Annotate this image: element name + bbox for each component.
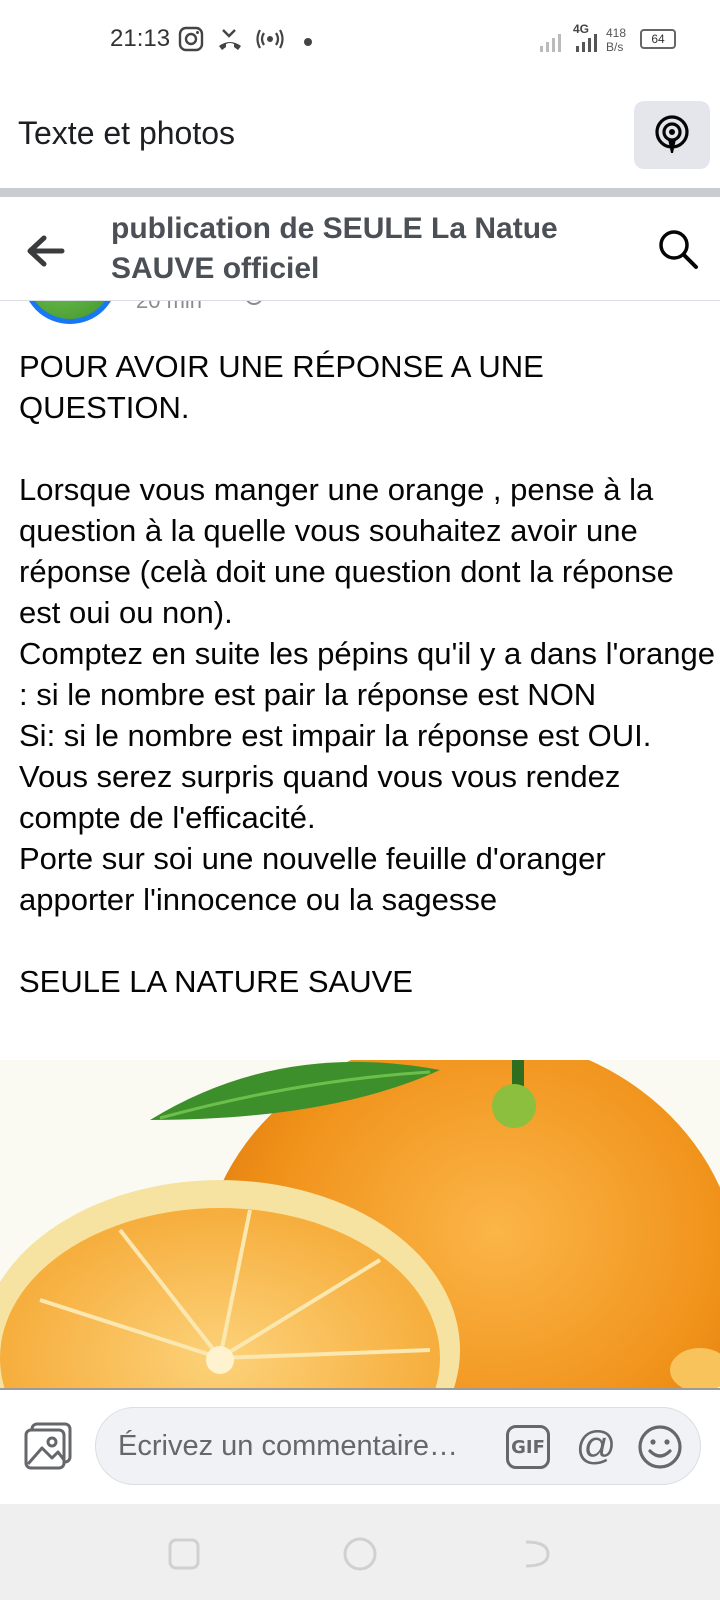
battery-level: 64	[651, 32, 665, 46]
status-right-icons: 4G 418 B/s 64	[540, 22, 690, 58]
speed-value: 418	[606, 26, 627, 40]
podcast-button[interactable]	[634, 101, 710, 169]
speed-unit: B/s	[606, 40, 624, 54]
network-type: 4G	[573, 22, 590, 36]
instagram-icon	[178, 26, 204, 57]
page-title: Texte et photos	[18, 115, 236, 151]
search-icon	[659, 230, 698, 269]
post-text: POUR AVOIR UNE RÉPONSE A UNE QUESTION. L…	[19, 349, 715, 999]
status-time: 21:13	[110, 25, 171, 52]
comment-field: GIF @	[95, 1407, 701, 1485]
back-button[interactable]	[22, 231, 70, 271]
gif-label: GIF	[511, 1436, 545, 1458]
emoji-icon	[638, 1425, 682, 1469]
missed-call-icon	[216, 26, 244, 57]
hotspot-icon	[256, 26, 284, 57]
back-arrow-icon	[27, 235, 65, 267]
home-button[interactable]	[340, 1534, 380, 1574]
photo-icon	[24, 1422, 72, 1470]
back-nav-button[interactable]	[516, 1534, 556, 1574]
section-divider	[0, 188, 720, 197]
dot-icon	[303, 34, 313, 52]
home-icon	[343, 1537, 377, 1571]
podcast-icon	[655, 115, 689, 153]
recents-button[interactable]	[164, 1534, 204, 1574]
post-image[interactable]	[0, 1060, 720, 1390]
signal-icon	[540, 34, 597, 52]
back-nav-icon	[525, 1540, 550, 1568]
search-button[interactable]	[656, 227, 700, 271]
emoji-button[interactable]	[636, 1423, 684, 1471]
recents-icon	[168, 1538, 200, 1570]
orange-image	[0, 1060, 720, 1390]
mention-button[interactable]: @	[572, 1423, 620, 1471]
status-bar: 21:13 4G 418 B/s 64	[0, 0, 720, 80]
post-header: publication de SEULE La Natue SAUVE offi…	[0, 197, 720, 301]
gif-button[interactable]: GIF	[506, 1425, 550, 1469]
post-header-title: publication de SEULE La Natue SAUVE offi…	[111, 212, 558, 285]
comment-input[interactable]	[118, 1428, 498, 1464]
mention-label: @	[575, 1424, 617, 1468]
system-nav-bar	[0, 1504, 720, 1600]
battery-icon: 64	[640, 29, 676, 49]
photo-button[interactable]	[22, 1420, 74, 1472]
top-bar: Texte et photos	[0, 80, 720, 186]
comment-bar: GIF @	[0, 1390, 720, 1504]
